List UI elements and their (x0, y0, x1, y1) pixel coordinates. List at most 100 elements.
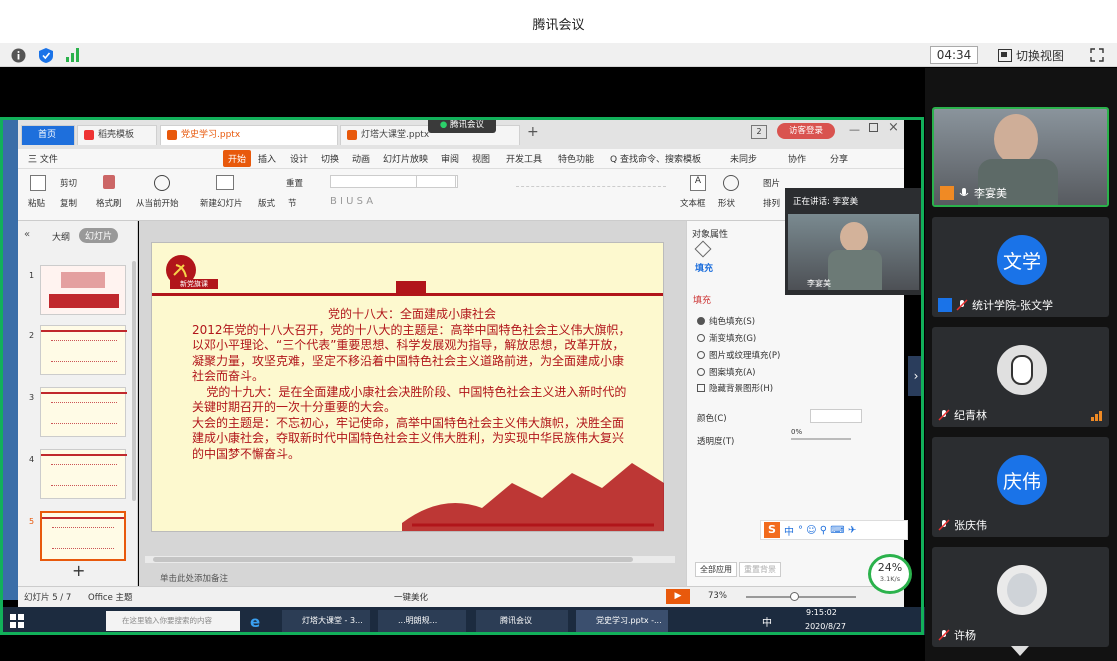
sync-status[interactable]: 未同步 (730, 152, 757, 165)
new-slide-label[interactable]: 新建幻灯片 (200, 197, 243, 209)
slide-thumb-4[interactable] (40, 449, 127, 499)
shield-icon[interactable] (37, 46, 55, 64)
switch-view-button[interactable]: 切换视图 (998, 46, 1064, 64)
play-slideshow-button[interactable]: ▶ (666, 589, 690, 604)
collaborate-button[interactable]: 协作 (788, 152, 806, 165)
format-painter-label[interactable]: 格式刷 (96, 197, 122, 209)
taskbar-app-wps[interactable]: 党史学习.pptx -... (576, 610, 668, 632)
participant-tile-5[interactable]: 许杨 (932, 547, 1109, 647)
textbox-icon[interactable]: A (690, 175, 706, 191)
windows-start-icon[interactable] (10, 614, 24, 628)
beautify-button[interactable]: 一键美化 (394, 591, 428, 603)
tab-templates[interactable]: 稻壳模板 (77, 125, 157, 145)
current-slide[interactable]: 新党旗课 党的十八大：全面建成小康社会 2012年党的十八大召开，党的十八大的主… (151, 242, 664, 532)
taskbar-app-chrome[interactable]: 灯塔大课堂 - 3... (282, 610, 370, 632)
collapse-icon[interactable]: « (24, 229, 30, 240)
reset-button[interactable]: 重置 (286, 177, 303, 189)
menu-review[interactable]: 审阅 (441, 152, 459, 165)
participant-tile-3[interactable]: 纪青林 (932, 327, 1109, 427)
edge-icon[interactable]: e (250, 613, 260, 631)
speaker-video-overlay[interactable]: 正在讲话: 李宴美 李宴美 (785, 188, 922, 295)
maximize-icon[interactable] (869, 123, 878, 132)
close-icon[interactable]: × (888, 120, 899, 135)
menu-features[interactable]: 特色功能 (558, 152, 594, 165)
clock-time[interactable]: 9:15:02 (806, 608, 837, 617)
menu-start[interactable]: 开始 (223, 150, 252, 167)
taskbar-app-tencent-meeting[interactable]: 腾讯会议 (476, 610, 568, 632)
paragraph-group[interactable] (516, 177, 666, 187)
slide-thumb-1[interactable] (40, 265, 126, 315)
fill-option-solid[interactable]: 纯色填充(S) (697, 315, 755, 327)
format-painter-icon[interactable] (103, 175, 115, 189)
notes-placeholder[interactable]: 单击此处添加备注 (160, 572, 228, 584)
section-button[interactable]: 节 (288, 197, 297, 209)
fill-section-title[interactable]: 填充 (693, 293, 711, 306)
paste-icon[interactable] (30, 175, 46, 191)
slide-thumb-3[interactable] (40, 387, 127, 437)
fill-option-picture[interactable]: 图片或纹理填充(P) (697, 349, 780, 361)
apply-all-button[interactable]: 全部应用 (695, 562, 737, 577)
menu-insert[interactable]: 插入 (258, 152, 276, 165)
expand-panel-chevron-icon[interactable]: › (908, 356, 924, 396)
play-icon[interactable] (154, 175, 170, 191)
participant-tile-1[interactable]: 李宴美 (932, 107, 1109, 207)
meeting-overlay-badge[interactable]: ● 腾讯会议 (428, 117, 496, 133)
shape-label[interactable]: 形状 (718, 197, 735, 209)
tab-slides[interactable]: 幻灯片 (79, 228, 119, 243)
zoom-slider[interactable] (746, 592, 856, 601)
hide-background-checkbox[interactable]: 隐藏背景图形(H) (697, 382, 773, 394)
tab-outline[interactable]: 大纲 (52, 230, 70, 243)
network-speed-badge[interactable]: 24% 3.1K/s (868, 554, 912, 594)
textbox-label[interactable]: 文本框 (680, 197, 706, 209)
picture-button[interactable]: 图片 (763, 177, 780, 189)
copy-button[interactable]: 复制 (60, 197, 77, 209)
visitor-login-button[interactable]: 访客登录 (777, 123, 835, 139)
minimize-icon[interactable]: — (849, 123, 860, 136)
ime-indicator[interactable]: 中 (762, 614, 772, 629)
taskbar-app-2[interactable]: ...明朗规... (378, 610, 466, 632)
menu-view[interactable]: 视图 (472, 152, 490, 165)
new-slide-icon[interactable] (216, 175, 234, 190)
add-slide-icon[interactable]: + (72, 561, 85, 580)
menu-design[interactable]: 设计 (290, 152, 308, 165)
command-search[interactable]: Q 查找命令、搜索模板 (610, 152, 710, 165)
help-icon[interactable]: 2 (751, 125, 767, 139)
font-size-select[interactable] (416, 175, 456, 188)
layout-button[interactable]: 版式 (258, 197, 275, 209)
fill-option-gradient[interactable]: 渐变填充(G) (697, 332, 756, 344)
play-from-current[interactable]: 从当前开始 (136, 197, 179, 209)
arrange-button[interactable]: 排列 (763, 197, 780, 209)
scroll-down-icon[interactable] (1011, 646, 1029, 659)
fill-bucket-icon[interactable] (694, 240, 712, 258)
tab-home[interactable]: 首页 (21, 125, 75, 145)
paste-label[interactable]: 粘贴 (28, 197, 45, 209)
fill-option-pattern[interactable]: 图案填充(A) (697, 366, 755, 378)
ime-toolbar[interactable]: S 中 ° ☺ ⚲ ⌨ ✈ (760, 520, 908, 540)
share-button[interactable]: 分享 (830, 152, 848, 165)
menu-animation[interactable]: 动画 (352, 152, 370, 165)
transparency-slider[interactable] (791, 438, 851, 440)
menu-transition[interactable]: 切换 (321, 152, 339, 165)
menu-file[interactable]: 三 文件 (28, 152, 58, 165)
cut-button[interactable]: 剪切 (60, 177, 77, 189)
new-tab-plus-icon[interactable]: + (527, 124, 539, 140)
bold-italic-group[interactable]: B I U S A (330, 196, 373, 207)
slide-thumb-5-selected[interactable] (40, 511, 126, 561)
menu-developer[interactable]: 开发工具 (506, 152, 542, 165)
panel-scrollbar[interactable] (132, 261, 136, 501)
props-tab-fill[interactable]: 填充 (695, 261, 713, 274)
horizontal-scrollbar[interactable] (145, 556, 675, 563)
tab-presentation-active[interactable]: 党史学习.pptx (160, 125, 338, 145)
taskbar-search-input[interactable]: 在这里输入你要搜索的内容 (106, 611, 240, 631)
signal-icon[interactable] (64, 46, 82, 64)
info-icon[interactable] (9, 46, 27, 64)
color-picker[interactable] (810, 409, 862, 423)
shape-icon[interactable] (723, 175, 739, 191)
reset-background-button[interactable]: 重置背景 (739, 562, 781, 577)
participant-tile-2[interactable]: 文学 统计学院-张文学 (932, 217, 1109, 317)
slide-thumb-2[interactable] (40, 325, 127, 375)
fullscreen-icon[interactable] (1088, 46, 1106, 64)
clock-date[interactable]: 2020/8/27 (805, 622, 846, 631)
menu-slideshow[interactable]: 幻灯片放映 (383, 152, 428, 165)
participant-tile-4[interactable]: 庆伟 张庆伟 (932, 437, 1109, 537)
